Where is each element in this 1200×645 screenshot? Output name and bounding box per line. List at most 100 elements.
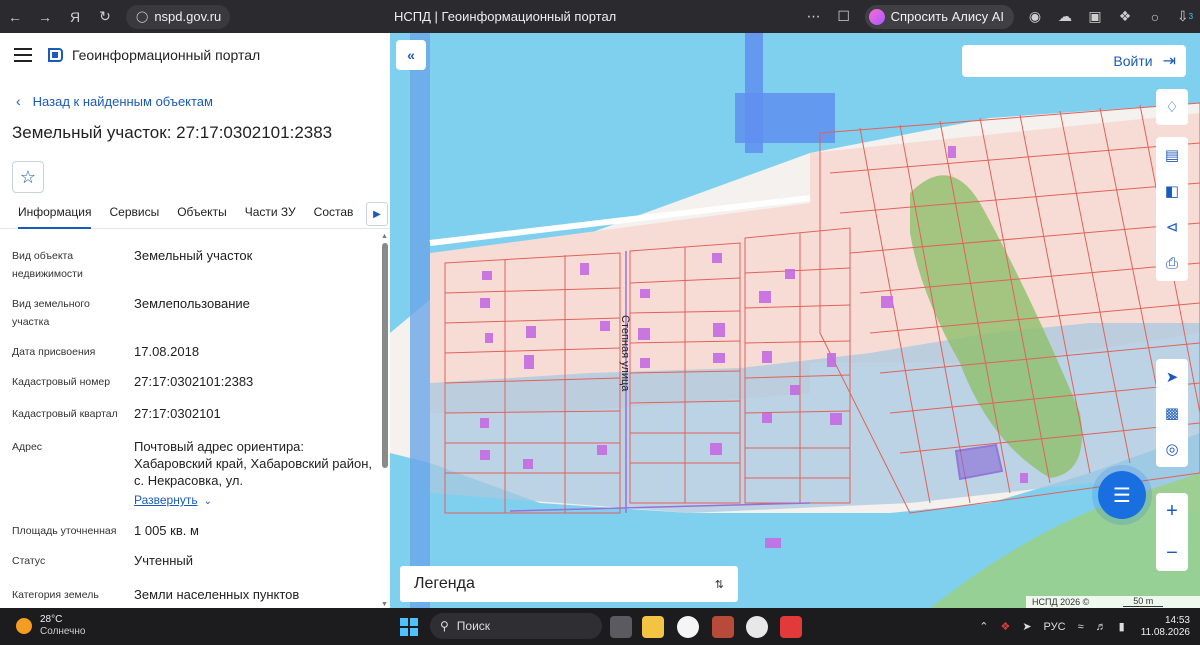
property-row: Кадастровый номер 27:17:0302101:2383	[0, 373, 378, 391]
more-icon[interactable]: ⋯	[799, 0, 829, 33]
property-row: Дата присвоения 17.08.2018	[0, 343, 378, 361]
windows-start-icon[interactable]	[400, 618, 418, 636]
property-key: Площадь уточненная	[12, 525, 117, 537]
zoom-out-button[interactable]: −	[1156, 535, 1188, 571]
address-value: Почтовый адрес ориентира: Хабаровский кр…	[134, 439, 373, 488]
map-canvas[interactable]: Степная улица « Войти ⇥ ♢ ▤ ◧ ⊲ ⎙ ➤ ▩ ◎ …	[390, 33, 1200, 608]
temperature: 28°C	[40, 614, 63, 625]
language-indicator[interactable]: РУС	[1044, 621, 1066, 633]
property-row: Категория земель Земли населенных пункто…	[0, 586, 378, 604]
favorite-button[interactable]: ☆	[12, 161, 44, 193]
volume-icon[interactable]: ♬	[1096, 621, 1107, 633]
expand-address-link[interactable]: Развернуть	[134, 493, 198, 507]
tab-parts[interactable]: Части ЗУ	[245, 201, 296, 229]
chevron-up-icon[interactable]: ⌃	[979, 620, 988, 633]
back-to-results-link[interactable]: ‹ Назад к найденным объектам	[16, 93, 390, 109]
property-key: Вид земельного участка	[12, 298, 90, 328]
property-value: Земельный участок	[134, 248, 253, 263]
back-arrow-icon[interactable]: ←	[0, 0, 30, 33]
reload-icon[interactable]: ↻	[90, 0, 120, 33]
select-area-icon[interactable]: ◧	[1156, 173, 1188, 209]
bookmark-icon[interactable]: ☐	[829, 0, 859, 33]
property-value: 17.08.2018	[134, 344, 200, 359]
tab-objects[interactable]: Объекты	[177, 201, 227, 229]
panel-scrollbar[interactable]: ▲ ▼	[381, 233, 388, 608]
chat-icon: ☰	[1113, 484, 1131, 507]
antivirus-icon[interactable]: ❖	[1000, 620, 1010, 633]
system-tray: ⌃ ❖ ➤ РУС ≈ ♬ ▮ 14:53 11.08.2026	[973, 608, 1190, 645]
url-text: nspd.gov.ru	[154, 9, 222, 24]
zoom-in-button[interactable]: +	[1156, 493, 1188, 529]
property-row: Адрес Почтовый адрес ориентира: Хабаровс…	[0, 438, 378, 510]
address-bar[interactable]: ◯ nspd.gov.ru	[126, 4, 230, 29]
property-key: Кадастровый квартал	[12, 408, 118, 420]
property-key: Категория земель	[12, 589, 99, 601]
locate-icon[interactable]: ➤	[1156, 359, 1188, 395]
extensions-icon[interactable]: ❖	[1110, 0, 1140, 33]
menu-icon[interactable]	[14, 48, 32, 62]
ccleaner-icon[interactable]	[746, 616, 768, 638]
weather-extension-icon[interactable]: ☁	[1050, 0, 1080, 33]
minimap-icon[interactable]: ▩	[1156, 395, 1188, 431]
profile-icon[interactable]: ○	[1140, 0, 1170, 33]
forward-arrow-icon[interactable]: →	[30, 0, 60, 33]
property-key: Статус	[12, 555, 46, 567]
task-view-icon[interactable]	[610, 616, 632, 638]
ruler-icon[interactable]: ▤	[1156, 137, 1188, 173]
wifi-icon[interactable]: ≈	[1078, 621, 1084, 633]
screenshot-icon[interactable]: ▣	[1080, 0, 1110, 33]
downloads-badge: 3	[1188, 12, 1194, 21]
cadastral-map: Степная улица	[390, 33, 1200, 608]
legend-selector[interactable]: Легенда ⇅	[400, 566, 738, 602]
street-label: Степная улица	[619, 315, 631, 392]
archive-app-icon[interactable]	[712, 616, 734, 638]
collapse-panel-button[interactable]: «	[396, 40, 426, 70]
scroll-thumb[interactable]	[382, 243, 388, 468]
property-row: Статус Учтенный	[0, 552, 378, 570]
scroll-up-icon[interactable]: ▲	[381, 233, 388, 240]
file-explorer-icon[interactable]	[642, 616, 664, 638]
tab-services[interactable]: Сервисы	[109, 201, 159, 229]
property-value: 27:17:0302101:2383	[134, 374, 254, 389]
login-icon: ⇥	[1162, 53, 1176, 70]
property-key: Кадастровый номер	[12, 376, 111, 388]
legend-label: Легенда	[414, 575, 475, 592]
layers-toolbar: ♢	[1156, 89, 1188, 125]
tab-composition[interactable]: Состав	[314, 201, 354, 229]
login-button[interactable]: Войти ⇥	[962, 45, 1186, 77]
print-icon[interactable]: ⎙	[1156, 245, 1188, 281]
shield-extension-icon[interactable]: ◉	[1020, 0, 1050, 33]
portal-name: Геоинформационный портал	[72, 47, 261, 63]
map-attribution: НСПД 2026 © 50 m	[1026, 596, 1200, 608]
geo-search-icon[interactable]: ◎	[1156, 431, 1188, 467]
tab-info[interactable]: Информация	[18, 201, 92, 229]
taskbar-search[interactable]: ⚲ Поиск	[430, 613, 602, 639]
browser-toolbar: ← → Я ↻ ◯ nspd.gov.ru НСПД | Геоинформац…	[0, 0, 1200, 33]
weather-widget[interactable]: 28°C Солнечно	[16, 614, 85, 638]
property-value: Землепользование	[134, 296, 250, 311]
wps-office-icon[interactable]	[780, 616, 802, 638]
time: 14:53	[1164, 614, 1190, 626]
scale-bar: 50 m	[1123, 597, 1164, 607]
alice-button[interactable]: Спросить Алису AI	[864, 4, 1014, 29]
layers-icon[interactable]: ♢	[1156, 89, 1188, 125]
yandex-browser-icon[interactable]	[677, 616, 699, 638]
measure-toolbar: ▤ ◧ ⊲ ⎙	[1156, 137, 1188, 281]
chevron-down-icon[interactable]: ⌄	[204, 496, 212, 507]
downloads-icon[interactable]: ⇩ 3	[1170, 0, 1200, 33]
browser-tab-title: НСПД | Геоинформационный портал	[394, 9, 617, 24]
pen-icon[interactable]: ➤	[1022, 620, 1031, 633]
yandex-icon[interactable]: Я	[60, 0, 90, 33]
property-value: 1 005 кв. м	[134, 523, 199, 538]
login-label: Войти	[1113, 53, 1153, 69]
share-icon[interactable]: ⊲	[1156, 209, 1188, 245]
clock[interactable]: 14:53 11.08.2026	[1141, 615, 1190, 639]
battery-icon[interactable]: ▮	[1119, 620, 1125, 633]
scroll-down-icon[interactable]: ▼	[381, 601, 388, 608]
property-key: Адрес	[12, 441, 43, 453]
tabs-scroll-right-button[interactable]: ▶	[366, 202, 388, 226]
property-row: Вид объекта недвижимости Земельный участ…	[0, 247, 378, 283]
panel-header: Геоинформационный портал	[0, 33, 390, 77]
taskbar: 28°C Солнечно ⚲ Поиск ⌃ ❖ ➤ РУС ≈ ♬ ▮ 14…	[0, 608, 1200, 645]
chat-button[interactable]: ☰	[1098, 471, 1146, 519]
